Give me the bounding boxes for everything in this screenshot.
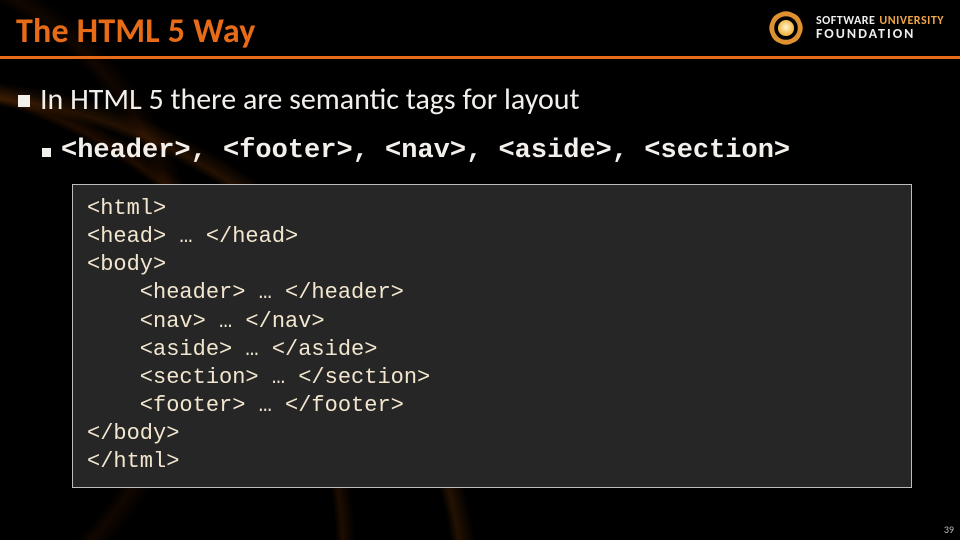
slide-title: The HTML 5 Way: [16, 11, 256, 52]
code-block: <html> <head> … </head> <body> <header> …: [72, 184, 912, 488]
brand-logo: SOFTWARE UNIVERSITY FOUNDATION: [764, 6, 944, 52]
slide-body: In HTML 5 there are semantic tags for la…: [0, 59, 960, 488]
page-number: 39: [944, 523, 954, 536]
bullet-level1: In HTML 5 there are semantic tags for la…: [18, 81, 942, 118]
bullet-level2-text: <header>, <footer>, <nav>, <aside>, <sec…: [61, 136, 790, 166]
brand-logo-text: SOFTWARE UNIVERSITY FOUNDATION: [816, 15, 944, 42]
title-bar: The HTML 5 Way SOFTWARE UNIVERSITY FOUND…: [0, 6, 960, 59]
brand-word-foundation: FOUNDATION: [816, 27, 944, 41]
bullet-level1-text: In HTML 5 there are semantic tags for la…: [40, 81, 580, 118]
slide: The HTML 5 Way SOFTWARE UNIVERSITY FOUND…: [0, 0, 960, 540]
bullet-level2: <header>, <footer>, <nav>, <aside>, <sec…: [42, 136, 942, 166]
bullet-square-icon: [42, 148, 51, 157]
bullet-square-icon: [18, 95, 30, 107]
gear-bulb-icon: [764, 6, 808, 50]
